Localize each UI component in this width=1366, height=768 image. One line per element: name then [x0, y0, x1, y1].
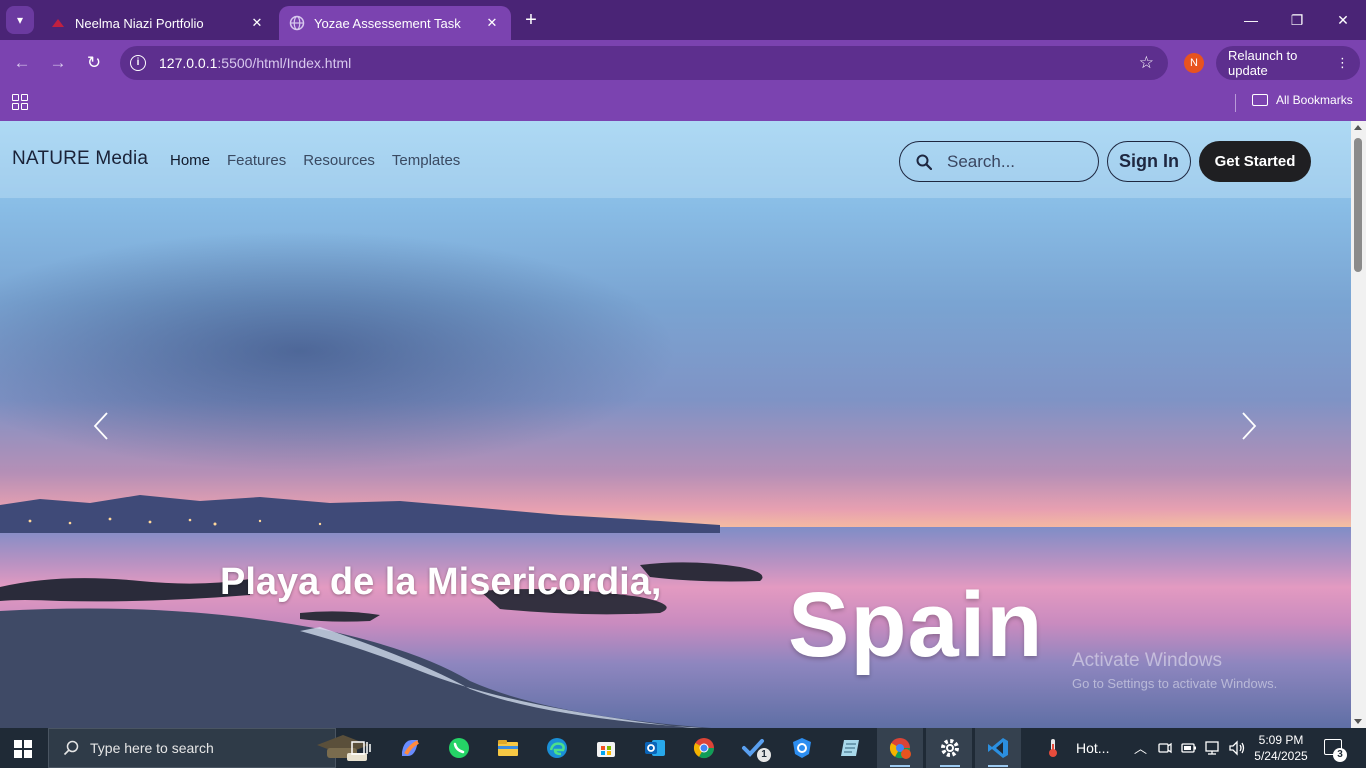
new-tab-button[interactable]: + [520, 9, 542, 31]
file-explorer-icon[interactable] [496, 736, 520, 760]
all-bookmarks-label: All Bookmarks [1276, 93, 1353, 107]
bookmarks-bar: All Bookmarks [0, 86, 1366, 121]
sign-in-button[interactable]: Sign In [1107, 141, 1191, 182]
bookmarks-divider [1235, 94, 1236, 112]
clock-date: 5/24/2025 [1254, 749, 1308, 763]
site-logo[interactable]: NATURE Media [12, 148, 148, 170]
site-info-icon[interactable]: i [130, 55, 146, 71]
hero-mountains [0, 495, 720, 533]
reload-button[interactable]: ↻ [82, 51, 106, 75]
tray-chevron-icon[interactable]: ︿ [1134, 738, 1147, 757]
chrome-profile-icon[interactable] [888, 736, 912, 767]
restore-button[interactable]: ❐ [1274, 8, 1320, 32]
nav-templates[interactable]: Templates [392, 152, 460, 169]
site-nav-links: Home Features Resources Templates [170, 152, 460, 169]
search-icon [63, 740, 79, 756]
back-button[interactable]: ← [10, 51, 34, 75]
close-tab-icon[interactable]: ✕ [248, 15, 266, 31]
vpn-icon[interactable] [790, 736, 814, 760]
tab-yozae[interactable]: Yozae Assessement Task ✕ [279, 6, 511, 40]
tab-strip: ▾ Neelma Niazi Portfolio ✕ Yozae Assesse… [0, 0, 1366, 40]
minimize-button[interactable]: — [1228, 8, 1274, 32]
scroll-down-icon[interactable] [1354, 719, 1362, 724]
todo-badge: 1 [757, 748, 771, 762]
tab-title: Yozae Assessement Task [314, 15, 461, 31]
url-text[interactable]: 127.0.0.1:5500/html/Index.html [159, 55, 351, 71]
apps-grid-icon[interactable] [12, 94, 28, 110]
browser-window: ▾ Neelma Niazi Portfolio ✕ Yozae Assesse… [0, 0, 1366, 121]
tab-title: Neelma Niazi Portfolio [75, 15, 204, 31]
todo-icon[interactable]: 1 [741, 736, 771, 762]
watermark-title: Activate Windows [1072, 650, 1222, 671]
search-input[interactable] [947, 151, 1097, 172]
get-started-button[interactable]: Get Started [1199, 141, 1311, 182]
relaunch-button[interactable]: Relaunch to update ⋮ [1216, 46, 1360, 80]
edge-icon[interactable] [545, 736, 569, 760]
battery-icon[interactable] [1181, 741, 1197, 755]
scroll-thumb[interactable] [1354, 138, 1362, 272]
address-bar[interactable]: i 127.0.0.1:5500/html/Index.html ☆ [120, 46, 1168, 80]
weather-text[interactable]: Hot... [1076, 740, 1109, 756]
chrome-icon[interactable] [692, 736, 716, 760]
tab-search-button[interactable]: ▾ [6, 6, 34, 34]
windows-taskbar: Type here to search 1 Hot... ︿ 5:09 PM 5… [0, 728, 1366, 768]
all-bookmarks-button[interactable]: All Bookmarks [1252, 93, 1353, 107]
profile-avatar[interactable]: N [1184, 53, 1204, 73]
whatsapp-icon[interactable] [447, 736, 471, 760]
nav-features[interactable]: Features [227, 152, 286, 169]
globe-icon [289, 15, 305, 31]
taskbar-search[interactable]: Type here to search [48, 728, 369, 768]
outlook-icon[interactable] [643, 736, 667, 760]
close-window-button[interactable]: ✕ [1320, 8, 1366, 32]
store-icon[interactable] [594, 736, 618, 760]
carousel-prev-icon[interactable] [90, 411, 114, 441]
folder-icon [1252, 94, 1268, 106]
taskbar-clock[interactable]: 5:09 PM 5/24/2025 [1250, 732, 1312, 764]
vscode-icon[interactable] [986, 736, 1010, 767]
portfolio-favicon-icon [52, 19, 64, 27]
thermometer-icon [1049, 739, 1057, 757]
site-search [899, 141, 1099, 182]
notification-count-badge: 3 [1333, 748, 1347, 762]
clock-time: 5:09 PM [1258, 733, 1304, 747]
hero-caption: Playa de la Misericordia, [220, 561, 662, 603]
bookmark-star-icon[interactable]: ☆ [1139, 53, 1154, 73]
task-view-icon[interactable] [349, 736, 373, 760]
hero-caption-large: Spain [788, 574, 1044, 676]
search-icon [916, 154, 932, 170]
site-navbar: NATURE Media Home Features Resources Tem… [0, 121, 1351, 198]
taskbar-search-placeholder: Type here to search [90, 740, 214, 756]
network-icon[interactable] [1205, 740, 1221, 756]
relaunch-label: Relaunch to update [1228, 48, 1298, 78]
tab-portfolio[interactable]: Neelma Niazi Portfolio ✕ [40, 6, 276, 40]
forward-button[interactable]: → [46, 51, 70, 75]
volume-icon[interactable] [1228, 740, 1246, 756]
nav-home[interactable]: Home [170, 152, 210, 169]
activate-windows-watermark: Activate Windows Go to Settings to activ… [1072, 650, 1277, 691]
copilot-icon[interactable] [398, 736, 422, 760]
settings-icon[interactable] [938, 736, 962, 767]
nav-resources[interactable]: Resources [303, 152, 375, 169]
watermark-subtitle: Go to Settings to activate Windows. [1072, 676, 1278, 691]
page-viewport: NATURE Media Home Features Resources Tem… [0, 121, 1351, 728]
more-menu-icon[interactable]: ⋮ [1336, 55, 1349, 71]
scroll-up-icon[interactable] [1354, 125, 1362, 130]
browser-toolbar: ← → ↻ i 127.0.0.1:5500/html/Index.html ☆… [0, 40, 1366, 86]
meet-now-icon[interactable] [1158, 740, 1172, 756]
windows-start-icon[interactable] [14, 740, 32, 758]
notes-icon[interactable] [839, 736, 863, 760]
carousel-next-icon[interactable] [1238, 411, 1262, 441]
close-tab-icon[interactable]: ✕ [483, 15, 501, 31]
page-scrollbar[interactable] [1351, 121, 1366, 728]
